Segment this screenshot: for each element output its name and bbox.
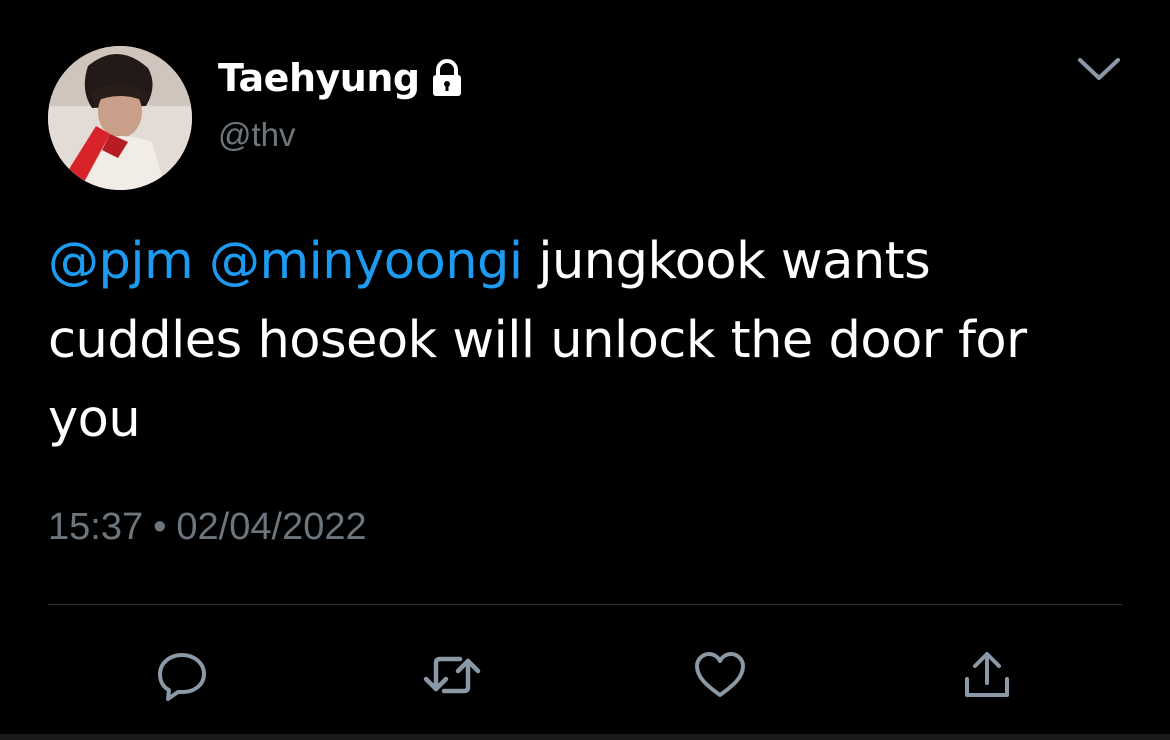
display-name[interactable]: Taehyung [218, 56, 420, 100]
tweet-text: @pjm @minyoongi jungkook wants cuddles h… [48, 222, 1088, 459]
tweet-time[interactable]: 15:37 [48, 506, 143, 549]
chevron-down-icon[interactable] [1074, 52, 1124, 86]
action-bar [0, 640, 1170, 710]
share-button[interactable] [952, 640, 1022, 710]
like-button[interactable] [685, 640, 755, 710]
reply-button[interactable] [147, 640, 217, 710]
bottom-edge [0, 734, 1170, 740]
separator-dot: • [153, 506, 167, 548]
timestamp-row: 15:37 • 02/04/2022 [48, 506, 367, 549]
mention-link[interactable]: @minyoongi [209, 232, 523, 291]
tweet-body-text: jungkook wants cuddles hoseok will unloc… [48, 232, 1027, 449]
retweet-button[interactable] [417, 640, 487, 710]
divider [48, 604, 1122, 605]
share-icon [965, 652, 1009, 697]
tweet-date[interactable]: 02/04/2022 [176, 506, 366, 549]
retweet-icon [423, 656, 481, 694]
heart-icon [695, 652, 745, 697]
tweet-card: Taehyung @thv @pjm @minyoongi jungkook w… [0, 0, 1170, 740]
reply-icon [158, 653, 206, 701]
avatar[interactable] [48, 46, 192, 190]
avatar-photo [48, 46, 192, 190]
lock-icon [428, 58, 466, 98]
mention-link[interactable]: @pjm [48, 232, 194, 291]
author-name-row: Taehyung [218, 54, 466, 102]
author-handle[interactable]: @thv [218, 116, 296, 154]
